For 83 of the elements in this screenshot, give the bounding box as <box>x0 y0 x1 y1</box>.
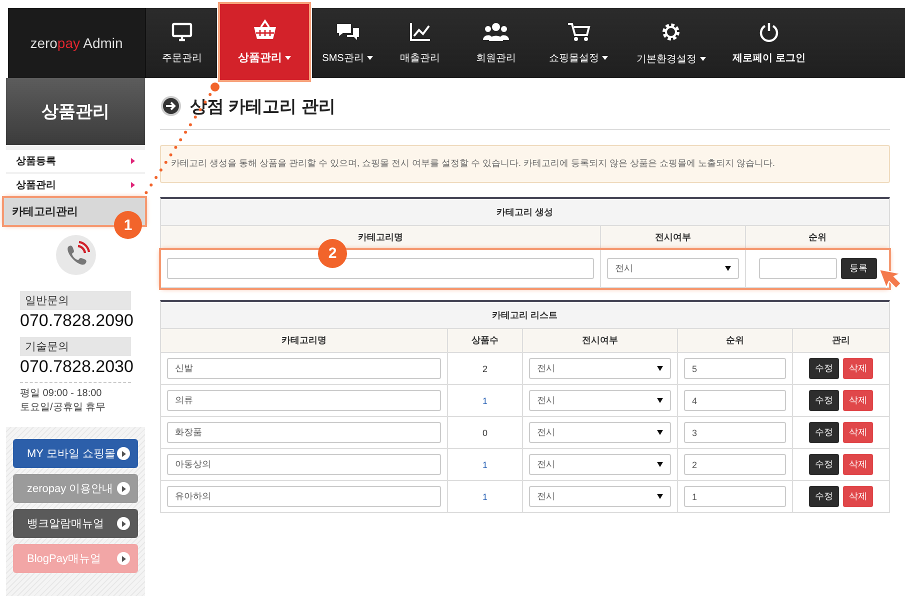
edit-button[interactable]: 수정 <box>809 390 839 411</box>
rank-input[interactable]: 1 <box>684 486 786 507</box>
category-name-input[interactable]: 의류 <box>167 390 441 411</box>
sidebar-link-button[interactable]: 뱅크알람매뉴얼 <box>13 509 138 538</box>
delete-button[interactable]: 삭제 <box>843 454 873 475</box>
column-header: 관리 <box>793 329 889 352</box>
basket-icon <box>252 19 278 41</box>
phone-number: 070.7828.2090 <box>20 311 131 331</box>
gear-icon <box>660 20 682 42</box>
sidebar-link-button[interactable]: MY 모바일 쇼핑몰 <box>13 439 138 468</box>
edit-button[interactable]: 수정 <box>809 486 839 507</box>
logo: zeropay Admin <box>30 35 123 51</box>
delete-button[interactable]: 삭제 <box>843 358 873 379</box>
edit-button[interactable]: 수정 <box>809 422 839 443</box>
column-header: 순위 <box>678 329 793 352</box>
nav-tab[interactable]: 매출관리 <box>384 8 456 78</box>
edit-button[interactable]: 수정 <box>809 358 839 379</box>
business-hours: 토요일/공휴일 휴무 <box>20 401 107 415</box>
contact-label: 일반문의 <box>20 291 131 310</box>
product-count: 0 <box>482 428 488 438</box>
arrow-icon <box>131 158 135 164</box>
play-circle-icon <box>117 482 130 495</box>
contact-label: 기술문의 <box>20 337 131 356</box>
page-title: 상점 카테고리 관리 <box>190 96 336 118</box>
play-circle-icon <box>117 552 130 565</box>
rank-input[interactable]: 5 <box>684 358 786 379</box>
display-select[interactable]: 전시 <box>529 454 671 475</box>
rank-input[interactable]: 4 <box>684 390 786 411</box>
display-select[interactable]: 전시 <box>529 422 671 443</box>
people-icon <box>483 22 509 42</box>
product-count[interactable]: 1 <box>482 492 488 502</box>
category-name-input[interactable]: 아동상의 <box>167 454 441 475</box>
nav-tab[interactable]: 제로페이 로그인 <box>721 8 817 78</box>
column-header: 전시여부 <box>523 329 678 352</box>
nav-tab[interactable]: SMS관리 <box>311 8 384 78</box>
sidebar-menu-item[interactable]: 상품등록 <box>6 150 145 172</box>
cart-icon <box>566 22 590 42</box>
nav-tab[interactable]: 상품관리 <box>218 2 311 82</box>
column-header: 상품수 <box>448 329 523 352</box>
column-header: 카테고리명 <box>161 226 601 249</box>
monitor-icon <box>171 22 193 42</box>
table-title: 카테고리 리스트 <box>161 302 889 329</box>
product-count[interactable]: 1 <box>482 396 488 406</box>
nav-tab[interactable]: 주문관리 <box>146 8 218 78</box>
sidebar-menu-item[interactable]: 상품관리 <box>6 174 145 196</box>
display-select[interactable]: 전시 <box>529 486 671 507</box>
rank-input[interactable]: 3 <box>684 422 786 443</box>
nav-tab[interactable]: 회원관리 <box>456 8 536 78</box>
nav-tab[interactable]: 기본환경설정 <box>621 8 721 78</box>
power-icon <box>759 22 779 42</box>
product-count: 2 <box>482 364 488 374</box>
column-header: 카테고리명 <box>161 329 448 352</box>
display-select[interactable]: 전시 <box>529 390 671 411</box>
phone-icon <box>56 235 96 275</box>
sidebar-title: 상품관리 <box>6 78 145 145</box>
line-chart-icon <box>409 22 431 42</box>
edit-button[interactable]: 수정 <box>809 454 839 475</box>
category-name-input[interactable]: 화장품 <box>167 422 441 443</box>
arrow-icon <box>131 182 135 188</box>
pointer-arrow-icon <box>878 268 903 289</box>
table-title: 카테고리 생성 <box>161 199 889 226</box>
play-circle-icon <box>117 517 130 530</box>
delete-button[interactable]: 삭제 <box>843 390 873 411</box>
display-select[interactable]: 전시 <box>607 258 739 279</box>
category-name-input[interactable]: 신발 <box>167 358 441 379</box>
display-select[interactable]: 전시 <box>529 358 671 379</box>
arrow-circle-icon <box>160 95 182 117</box>
category-name-input[interactable] <box>167 258 594 279</box>
register-button[interactable]: 등록 <box>840 258 876 279</box>
column-header: 순위 <box>746 226 889 249</box>
business-hours: 평일 09:00 - 18:00 <box>20 387 103 401</box>
category-name-input[interactable]: 유아하의 <box>167 486 441 507</box>
delete-button[interactable]: 삭제 <box>843 422 873 443</box>
phone-number: 070.7828.2030 <box>20 357 131 383</box>
column-header: 전시여부 <box>601 226 746 249</box>
play-circle-icon <box>117 447 130 460</box>
chat-bubbles-icon <box>336 22 360 42</box>
delete-button[interactable]: 삭제 <box>843 486 873 507</box>
rank-input[interactable]: 2 <box>684 454 786 475</box>
notice-text: 카테고리 생성을 통해 상품을 관리할 수 있으며, 쇼핑몰 전시 여부를 설정할 수 있습니다. 카테고리에 등록되지 않은 상품은 쇼핑몰에 노출되지 않습니다. <box>160 145 890 183</box>
rank-input[interactable] <box>758 258 836 279</box>
product-count[interactable]: 1 <box>482 460 488 470</box>
nav-tab[interactable]: 쇼핑몰설정 <box>536 8 621 78</box>
